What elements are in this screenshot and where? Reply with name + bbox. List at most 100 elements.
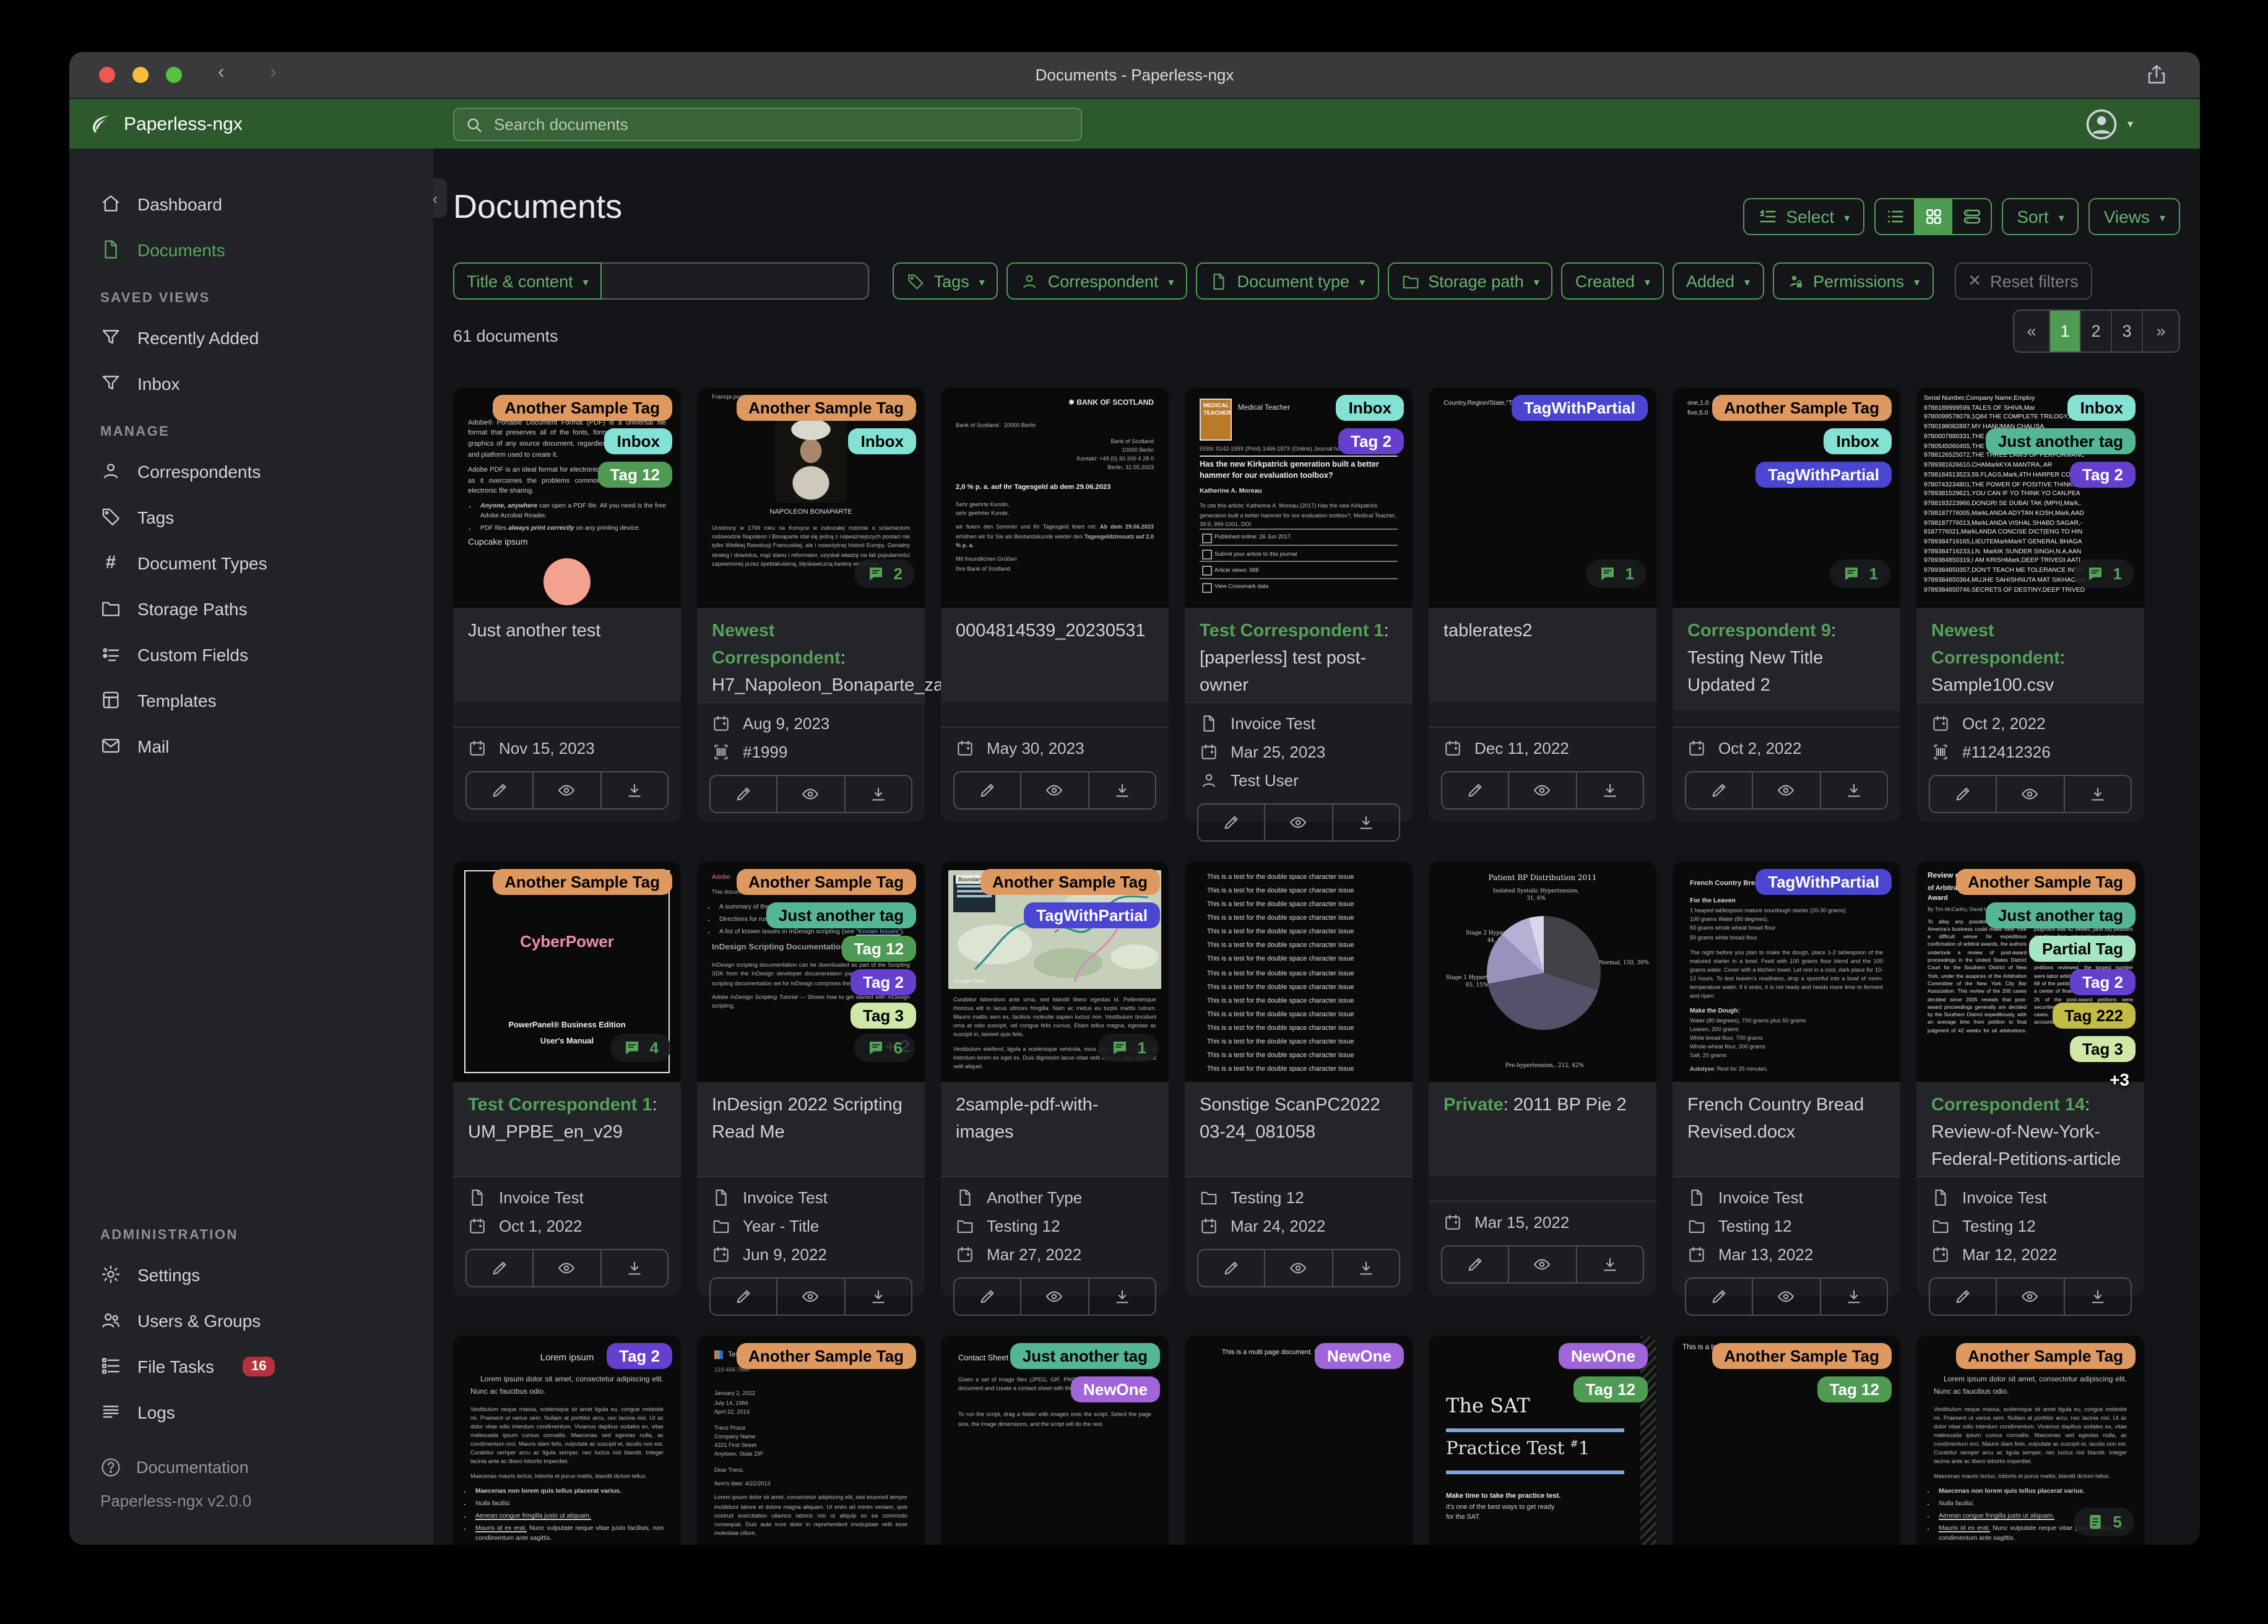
tag-pill-just-another-tag[interactable]: Just another tag (1985, 902, 2136, 928)
sidebar-item-documents[interactable]: Documents (69, 227, 433, 272)
preview-button[interactable] (778, 776, 846, 812)
sidebar-item-users-groups[interactable]: Users & Groups (69, 1297, 433, 1343)
tag-pill-another-sample-tag[interactable]: Another Sample Tag (736, 1343, 916, 1369)
sidebar-item-templates[interactable]: Templates (69, 677, 433, 723)
comments-badge[interactable]: 4 (610, 1034, 671, 1062)
tag-pill-tag-12[interactable]: Tag 12 (597, 462, 672, 488)
sidebar-item-inbox[interactable]: Inbox (69, 360, 433, 406)
card-title[interactable]: Newest Correspondent: H7_Napoleon_Bonapa… (697, 608, 987, 702)
card-title[interactable]: Test Correspondent 1: UM_PPBE_en_v29 (453, 1082, 681, 1176)
tag-pill-tag-3[interactable]: Tag 3 (850, 1003, 916, 1029)
edit-button[interactable] (1930, 776, 1997, 812)
document-thumbnail[interactable]: ✸ BANK OF SCOTLAND Bank of Scotland · 10… (941, 387, 1169, 608)
card-title[interactable]: French Country Bread Revised.docx (1673, 1082, 1900, 1176)
preview-button[interactable] (1266, 805, 1333, 840)
tag-pill-tag-222[interactable]: Tag 222 (2052, 1003, 2136, 1029)
card-title[interactable]: Newest Correspondent: Sample100.csv (1916, 608, 2144, 702)
tag-pill-tag-2[interactable]: Tag 2 (2070, 462, 2136, 488)
edit-button[interactable] (1442, 772, 1510, 808)
tag-pill-tag-2[interactable]: Tag 2 (2070, 969, 2136, 995)
card-correspondent[interactable]: Test Correspondent 1 (1200, 621, 1384, 641)
edit-button[interactable] (954, 772, 1022, 808)
preview-button[interactable] (534, 1250, 602, 1286)
document-thumbnail[interactable]: This is a test for the double space char… (1185, 862, 1413, 1082)
title-content-input[interactable] (602, 262, 870, 300)
browser-back-icon[interactable]: ‹ (218, 62, 225, 84)
card-correspondent[interactable]: Correspondent 14 (1931, 1095, 2085, 1115)
download-button[interactable] (845, 1279, 911, 1315)
sidebar-item-dashboard[interactable]: Dashboard (69, 181, 433, 227)
view-mode-list[interactable] (1876, 199, 1914, 234)
tag-pill-just-another-tag[interactable]: Just another tag (1985, 428, 2136, 454)
tag-pill-just-another-tag[interactable]: Just another tag (1010, 1343, 1160, 1369)
download-button[interactable] (1577, 772, 1643, 808)
preview-button[interactable] (1510, 1246, 1577, 1282)
download-button[interactable] (601, 1250, 667, 1286)
minimize-window-button[interactable] (132, 67, 149, 83)
comments-badge[interactable]: 1 (1585, 559, 1647, 588)
tag-pill-newone[interactable]: NewOne (1070, 1376, 1160, 1402)
preview-button[interactable] (534, 772, 602, 808)
global-search[interactable] (453, 108, 1082, 141)
card-correspondent[interactable]: Correspondent 9 (1687, 621, 1831, 641)
card-correspondent[interactable]: Private (1443, 1095, 1504, 1115)
sidebar-item-document-types[interactable]: # Document Types (69, 540, 433, 585)
storage-path-filter-button[interactable]: Storage path ▾ (1387, 262, 1553, 300)
pagination-page-2[interactable]: 2 (2081, 311, 2112, 352)
tag-pill-another-sample-tag[interactable]: Another Sample Tag (1955, 1343, 2136, 1369)
edit-button[interactable] (711, 1279, 778, 1315)
tag-pill-newone[interactable]: NewOne (1314, 1343, 1404, 1369)
tag-pill-tag-12[interactable]: Tag 12 (1817, 1376, 1892, 1402)
preview-button[interactable] (1266, 1250, 1333, 1286)
view-mode-detail[interactable] (1952, 199, 1991, 234)
search-input[interactable] (491, 114, 1070, 135)
card-title[interactable]: 2sample-pdf-with-images (941, 1082, 1169, 1176)
sidebar-item-correspondents[interactable]: Correspondents (69, 448, 433, 494)
added-filter-button[interactable]: Added ▾ (1672, 262, 1764, 300)
tag-pill-tagwithpartial[interactable]: TagWithPartial (1024, 902, 1160, 928)
sidebar-item-custom-fields[interactable]: Custom Fields (69, 631, 433, 677)
document-thumbnail[interactable]: Patient BP Distribution 2011 Isolated Sy… (1429, 862, 1656, 1082)
tag-pill-newone[interactable]: NewOne (1558, 1343, 1648, 1369)
browser-forward-icon[interactable]: › (270, 62, 277, 84)
sidebar-item-tags[interactable]: Tags (69, 494, 433, 540)
tag-pill-tagwithpartial[interactable]: TagWithPartial (1512, 395, 1648, 421)
preview-button[interactable] (1022, 772, 1089, 808)
tag-pill-tag-12[interactable]: Tag 12 (1573, 1376, 1648, 1402)
tag-pill-inbox[interactable]: Inbox (604, 428, 672, 454)
sidebar-collapse-button[interactable]: « (433, 178, 447, 218)
tag-pill-just-another-tag[interactable]: Just another tag (766, 902, 916, 928)
preview-button[interactable] (1997, 1279, 2065, 1315)
download-button[interactable] (1089, 772, 1155, 808)
preview-button[interactable] (1510, 772, 1577, 808)
tag-pill-tagwithpartial[interactable]: TagWithPartial (1755, 462, 1892, 488)
permissions-filter-button[interactable]: Permissions ▾ (1772, 262, 1934, 300)
pagination-page-1[interactable]: 1 (2050, 311, 2081, 352)
zoom-window-button[interactable] (166, 67, 182, 83)
sidebar-item-file-tasks[interactable]: File Tasks 16 (69, 1343, 433, 1389)
card-title[interactable]: tablerates2 (1429, 608, 1656, 702)
sidebar-item-mail[interactable]: Mail (69, 723, 433, 769)
tag-pill-another-sample-tag[interactable]: Another Sample Tag (980, 869, 1160, 895)
tag-pill-partial-tag[interactable]: Partial Tag (2029, 936, 2136, 962)
tag-pill-tagwithpartial[interactable]: TagWithPartial (1755, 869, 1892, 895)
download-button[interactable] (1820, 772, 1887, 808)
sidebar-item-storage-paths[interactable]: Storage Paths (69, 585, 433, 631)
tags-filter-button[interactable]: Tags ▾ (893, 262, 998, 300)
edit-button[interactable] (1930, 1279, 1997, 1315)
edit-button[interactable] (954, 1279, 1022, 1315)
tag-pill-another-sample-tag[interactable]: Another Sample Tag (736, 869, 916, 895)
download-button[interactable] (1089, 1279, 1155, 1315)
document-type-filter-button[interactable]: Document type ▾ (1196, 262, 1379, 300)
created-filter-button[interactable]: Created ▾ (1561, 262, 1664, 300)
tag-pill-another-sample-tag[interactable]: Another Sample Tag (492, 395, 672, 421)
app-logo[interactable]: Paperless-ngx (89, 99, 243, 150)
tag-pill-another-sample-tag[interactable]: Another Sample Tag (1712, 1343, 1892, 1369)
download-button[interactable] (1333, 805, 1399, 840)
pagination-next[interactable]: » (2143, 311, 2179, 352)
edit-button[interactable] (1686, 772, 1754, 808)
pagination-page-3[interactable]: 3 (2112, 311, 2143, 352)
preview-button[interactable] (778, 1279, 846, 1315)
notes-badge[interactable]: 5 (2073, 1508, 2134, 1536)
tag-pill-inbox[interactable]: Inbox (2067, 395, 2136, 421)
